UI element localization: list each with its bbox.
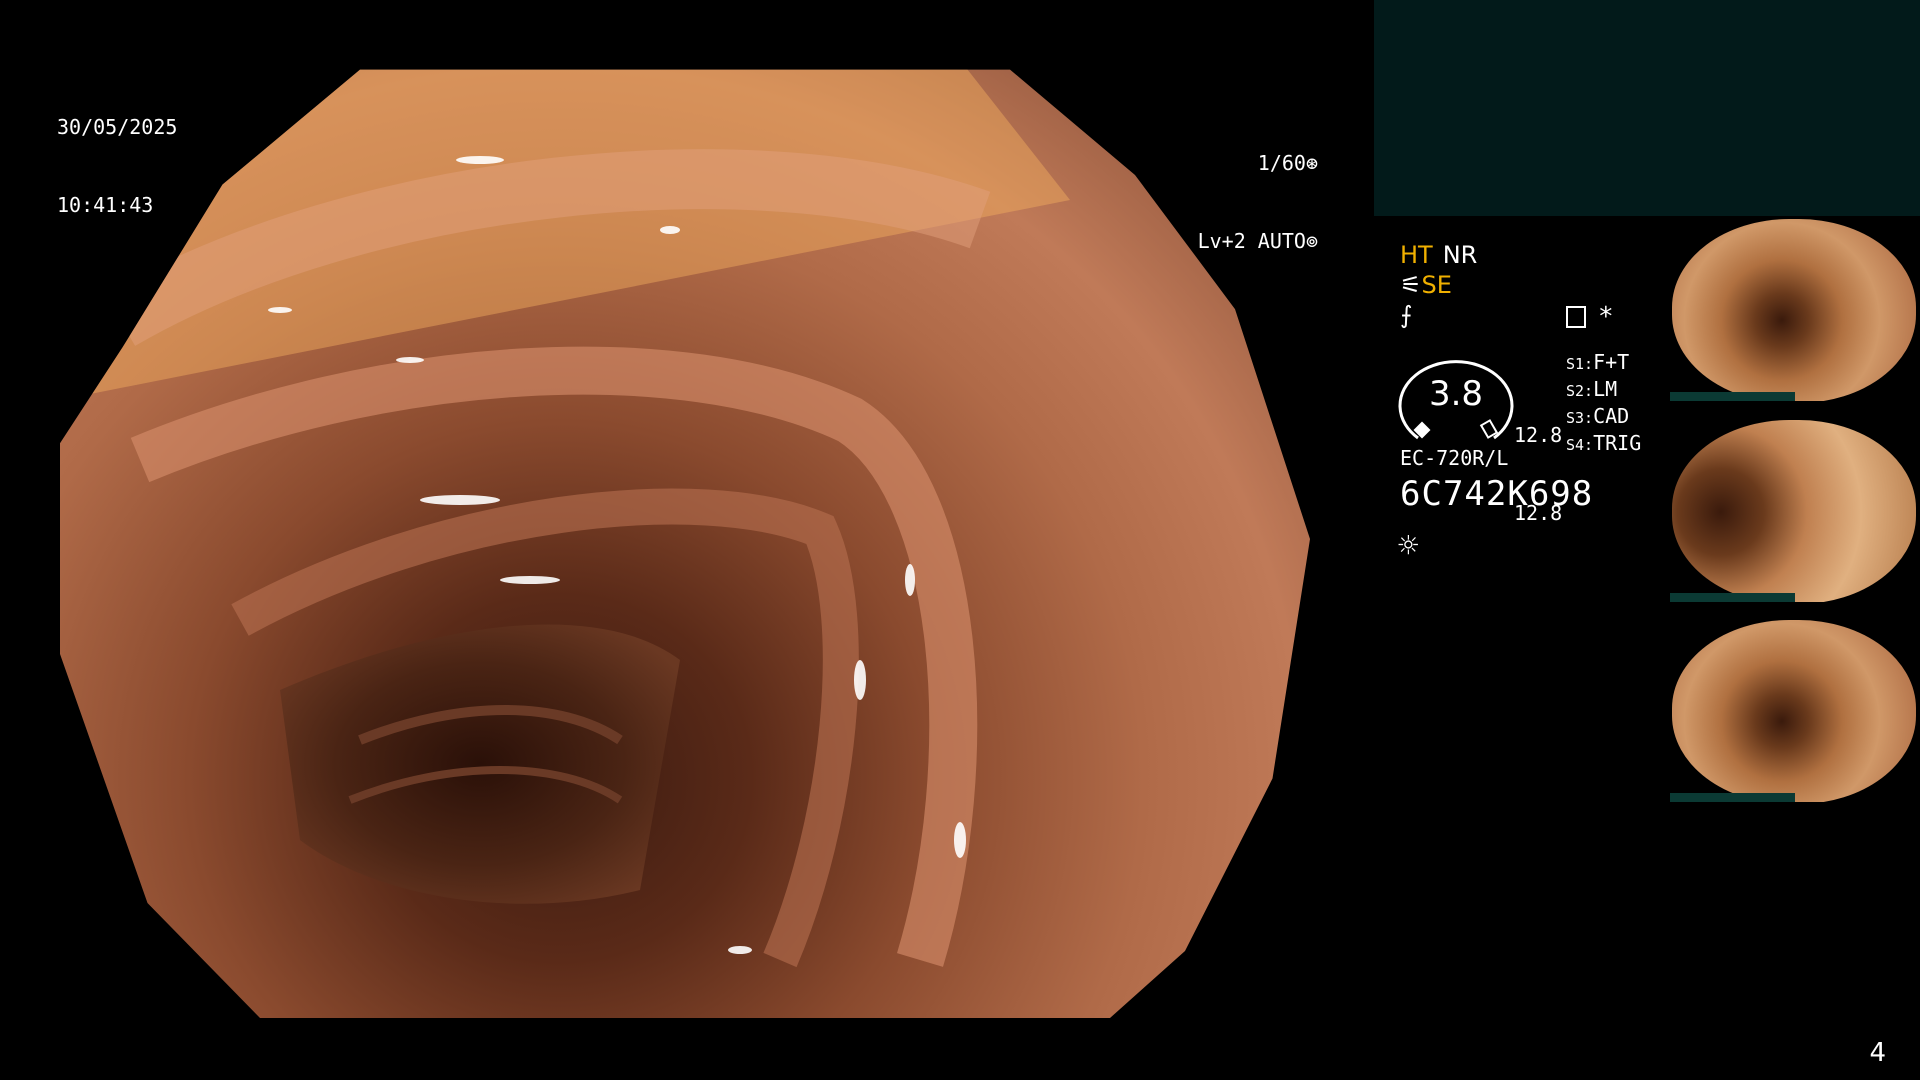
scope-serial-text: 6C742K698 [1400, 474, 1594, 514]
structure-enhance-icon: ⚟ [1400, 271, 1422, 299]
scope-switch-row: S2:LM [1566, 377, 1618, 401]
scope-switch-row: S1:F+T [1566, 350, 1630, 374]
se-indicator: SE [1421, 271, 1452, 299]
endoscope-main-view [60, 69, 1310, 1018]
se-row: ⚟SE [1400, 270, 1487, 300]
date-text: 30/05/2025 [57, 115, 178, 139]
mode-indicators: HT NR ⚟SE ⨍ [1400, 240, 1487, 330]
scope-switch-row: S3:CAD [1566, 404, 1630, 428]
exposure-readout: 1/60⊛ Lv+2 AUTO⊚ [1198, 98, 1318, 280]
zoom-value: 3.8 [1428, 374, 1484, 414]
freeze-icon: ⨍ [1400, 301, 1413, 329]
thumbnail-image [1672, 420, 1916, 602]
sun-icon: ☼ [1398, 526, 1419, 566]
thumbnail-bar [1670, 793, 1795, 802]
ht-indicator: HT [1400, 241, 1433, 269]
thumbnail-image [1672, 620, 1916, 802]
star-icon: * [1598, 302, 1614, 332]
notes-icon [1566, 306, 1586, 328]
nr-indicator: NR [1442, 241, 1478, 269]
info-panel-header [1374, 0, 1920, 216]
scope-model-text: EC-720R/L [1400, 446, 1509, 470]
scope-switch-list: S1:F+T S2:LM S3:CAD S4:TRIG [1566, 350, 1641, 458]
light-level-text: Lv+2 AUTO⊚ [1197, 229, 1318, 253]
datetime-readout: 30/05/2025 10:41:43 [57, 62, 177, 244]
mucosa-folds-image [60, 69, 1070, 968]
thumbnail-bar [1670, 593, 1795, 602]
ht-nr-row: HT NR [1400, 240, 1487, 270]
zoom-side-values: 12.8 12.8 [1514, 370, 1562, 552]
page-number: 4 [1869, 1038, 1886, 1068]
captured-thumbnail[interactable] [1670, 618, 1920, 802]
captured-thumbnail[interactable] [1670, 217, 1920, 401]
thumbnail-image [1672, 219, 1916, 401]
shutter-speed-text: 1/60⊛ [1257, 151, 1318, 175]
thumbnail-bar [1670, 392, 1795, 401]
zoom-side-top: 12.8 [1514, 423, 1563, 447]
scope-switch-row: S4:TRIG [1566, 431, 1642, 455]
time-text: 10:41:43 [57, 193, 154, 217]
captured-thumbnail[interactable] [1670, 418, 1920, 602]
